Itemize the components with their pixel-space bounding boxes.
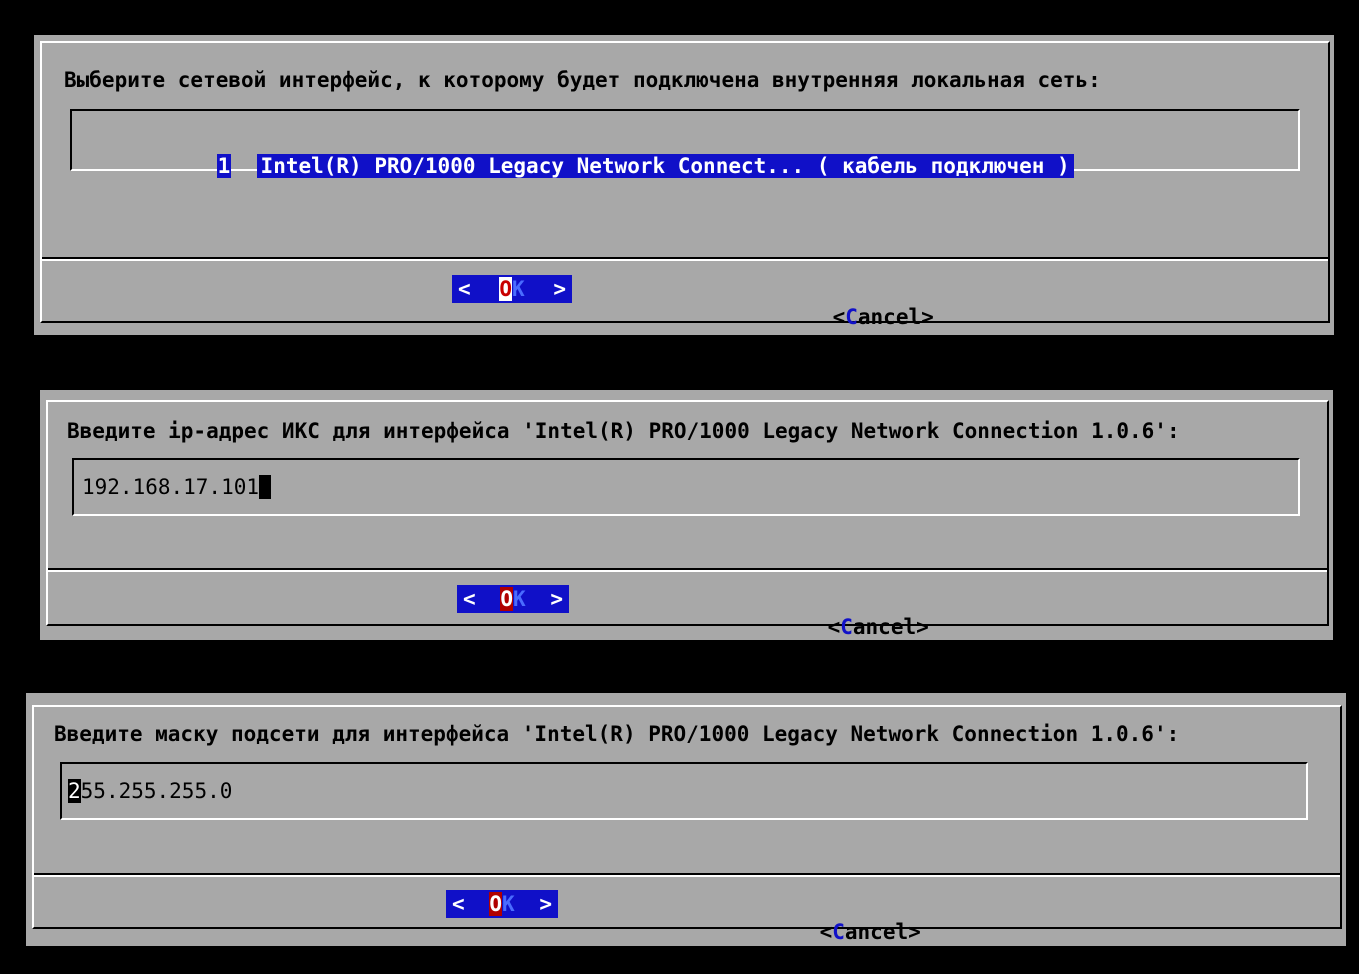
cancel-hotkey: C (832, 920, 845, 944)
ok-right-bracket: > (539, 892, 552, 916)
button-divider (34, 873, 1340, 877)
ok-hotkey: O (500, 587, 513, 611)
subnet-mask-dialog: Введите маску подсети для интерфейса 'In… (26, 693, 1346, 946)
ok-hotkey: O (499, 277, 512, 301)
text-cursor (259, 475, 272, 499)
cancel-label-rest: ancel (852, 615, 917, 639)
list-item-number: 1 (216, 154, 232, 178)
ok-label-rest: K (513, 587, 526, 611)
subnet-mask-input[interactable] (60, 762, 1308, 820)
cancel-left-bracket: < (832, 305, 846, 329)
subnet-mask-text: 55.255.255.0 (80, 779, 233, 803)
ip-address-dialog: Введите ip-адрес ИКС для интерфейса 'Int… (40, 390, 1333, 640)
cancel-hotkey: C (840, 615, 853, 639)
cancel-button[interactable]: <Cancel> (769, 890, 921, 974)
cancel-hotkey: C (845, 305, 858, 329)
button-divider (48, 568, 1327, 572)
cancel-label-rest: ancel (857, 305, 922, 329)
ok-right-bracket: > (553, 277, 566, 301)
ok-button[interactable]: < OK > (452, 275, 572, 303)
interface-select-dialog: Выберите сетевой интерфейс, к которому б… (34, 35, 1334, 335)
ip-address-text: 192.168.17.101 (82, 475, 260, 499)
ok-left-bracket: < (458, 277, 471, 301)
cancel-left-bracket: < (827, 615, 841, 639)
ok-left-bracket: < (452, 892, 465, 916)
dialog-prompt: Выберите сетевой интерфейс, к которому б… (64, 68, 1101, 92)
ok-left-bracket: < (463, 587, 476, 611)
ok-button[interactable]: < OK > (446, 890, 558, 918)
text-cursor: 2 (68, 779, 81, 803)
dialog-prompt: Введите ip-адрес ИКС для интерфейса 'Int… (67, 419, 1180, 443)
button-divider (42, 257, 1328, 261)
list-item-interface-1[interactable]: 1 Intel(R) PRO/1000 Legacy Network Conne… (166, 127, 1074, 205)
ok-button[interactable]: < OK > (457, 585, 569, 613)
cancel-right-bracket: > (916, 615, 929, 639)
cancel-button[interactable]: <Cancel> (782, 275, 934, 359)
ok-right-bracket: > (550, 587, 563, 611)
cancel-label-rest: ancel (844, 920, 909, 944)
ok-label-rest: K (502, 892, 515, 916)
dialog-prompt: Введите маску подсети для интерфейса 'In… (54, 722, 1180, 746)
cancel-button[interactable]: <Cancel> (777, 585, 929, 669)
cancel-right-bracket: > (921, 305, 934, 329)
ok-hotkey: O (489, 892, 502, 916)
ip-address-value: 192.168.17.101 (82, 474, 272, 500)
cancel-right-bracket: > (908, 920, 921, 944)
cancel-left-bracket: < (819, 920, 833, 944)
list-item-label: Intel(R) PRO/1000 Legacy Network Connect… (256, 154, 1074, 178)
ok-label-rest: K (512, 277, 525, 301)
subnet-mask-value: 255.255.255.0 (68, 778, 232, 804)
